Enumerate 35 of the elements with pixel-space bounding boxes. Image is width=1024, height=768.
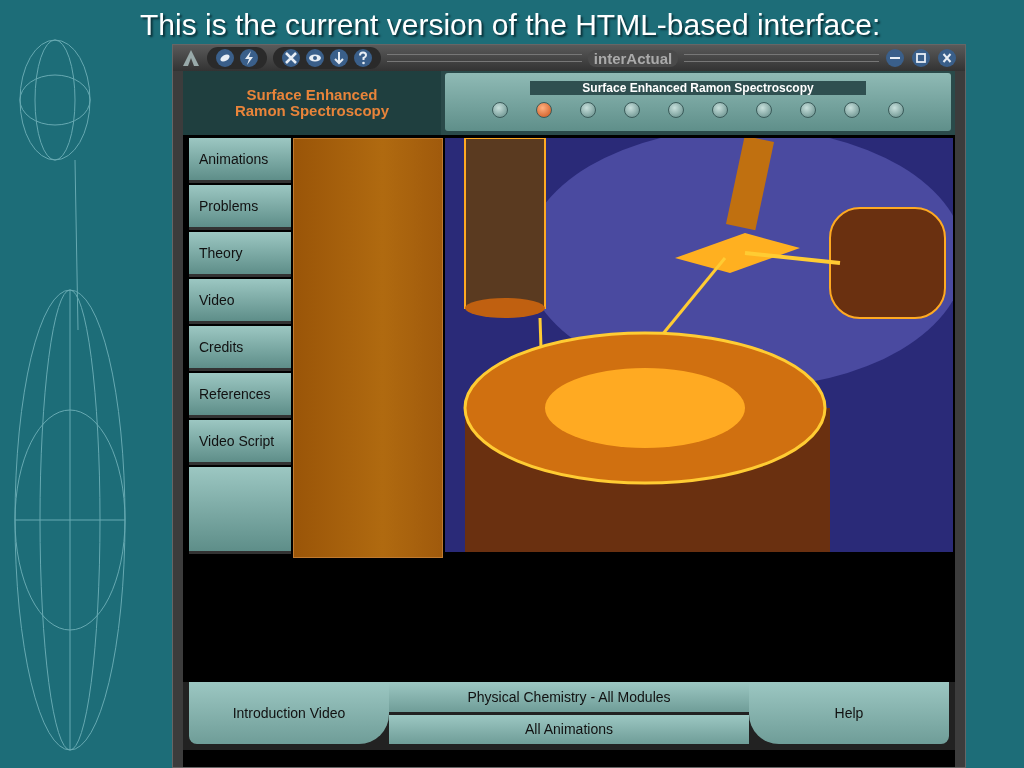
step-dot[interactable] bbox=[888, 102, 904, 118]
nav-button[interactable]: Problems bbox=[189, 185, 291, 230]
nav-button[interactable]: Theory bbox=[189, 232, 291, 277]
disc-icon[interactable] bbox=[215, 48, 235, 68]
nav-button[interactable]: Animations bbox=[189, 138, 291, 183]
nav-button[interactable]: References bbox=[189, 373, 291, 418]
eye-icon[interactable] bbox=[305, 48, 325, 68]
step-dot[interactable] bbox=[844, 102, 860, 118]
download-icon[interactable] bbox=[329, 48, 349, 68]
nav-button[interactable]: Credits bbox=[189, 326, 291, 371]
all-animations-button[interactable]: All Animations bbox=[389, 714, 749, 744]
slide-title: This is the current version of the HTML-based interface: bbox=[140, 8, 881, 43]
window-title: interActual bbox=[587, 49, 679, 67]
all-modules-button[interactable]: Physical Chemistry - All Modules bbox=[389, 682, 749, 712]
step-dot[interactable] bbox=[712, 102, 728, 118]
caption-bar: Surface Enhanced Ramon Spectroscopy bbox=[530, 81, 866, 95]
maximize-icon[interactable] bbox=[911, 48, 931, 68]
close-icon[interactable] bbox=[937, 48, 957, 68]
step-dot[interactable] bbox=[668, 102, 684, 118]
step-dot[interactable] bbox=[580, 102, 596, 118]
step-dot[interactable] bbox=[492, 102, 508, 118]
help-button[interactable]: Help bbox=[749, 682, 949, 744]
lightning-icon[interactable] bbox=[239, 48, 259, 68]
step-dot[interactable] bbox=[800, 102, 816, 118]
module-title: Surface Enhanced Ramon Spectroscopy bbox=[233, 87, 391, 119]
step-dot[interactable] bbox=[624, 102, 640, 118]
nav-button[interactable]: Video bbox=[189, 279, 291, 324]
help-icon[interactable] bbox=[353, 48, 373, 68]
step-dot[interactable] bbox=[756, 102, 772, 118]
logo-icon bbox=[181, 48, 201, 68]
minimize-icon[interactable] bbox=[885, 48, 905, 68]
nav-button[interactable]: Video Script bbox=[189, 420, 291, 465]
introduction-video-button[interactable]: Introduction Video bbox=[189, 682, 389, 744]
step-dot[interactable] bbox=[536, 102, 552, 118]
tools-icon[interactable] bbox=[281, 48, 301, 68]
